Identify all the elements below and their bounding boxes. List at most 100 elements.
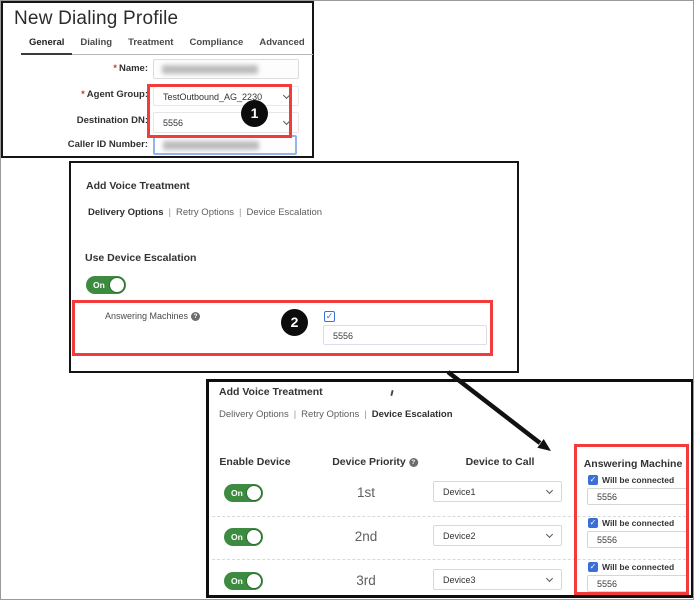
checkmark-icon: ✓	[590, 518, 597, 527]
will-be-connected-checkbox-3[interactable]: ✓	[588, 562, 598, 572]
destination-dn-select[interactable]: 5556	[153, 112, 299, 133]
page-title: New Dialing Profile	[14, 8, 178, 30]
am-number-input-1[interactable]: 5556	[587, 488, 688, 505]
vt-tab-delivery-options[interactable]: Delivery Options	[219, 409, 289, 420]
vt-tab-device-escalation[interactable]: Device Escalation	[372, 409, 453, 420]
tab-separator: |	[239, 207, 241, 218]
am-number-input-2[interactable]: 5556	[587, 531, 688, 548]
device-value-3: Device3	[443, 575, 476, 585]
checkmark-icon: ✓	[590, 562, 597, 571]
device-to-call-select-1[interactable]: Device1	[433, 481, 562, 502]
tab-separator: |	[169, 207, 171, 218]
answering-machines-number-value: 5556	[333, 331, 353, 341]
new-dialing-profile-panel: New Dialing Profile General Dialing Trea…	[1, 1, 314, 158]
priority-3: 3rd	[342, 573, 390, 588]
destination-dn-label: Destination DN:	[3, 115, 148, 126]
enable-device-toggle-3[interactable]: On	[224, 572, 263, 590]
use-device-escalation-toggle[interactable]: On	[86, 276, 126, 294]
chevron-down-icon	[283, 118, 290, 125]
row-separator	[212, 516, 686, 517]
priority-2: 2nd	[342, 529, 390, 544]
enable-device-toggle-1[interactable]: On	[224, 484, 263, 502]
answering-machines-label: Answering Machines?	[105, 311, 200, 321]
tab-dialing[interactable]: Dialing	[72, 33, 120, 54]
tab-separator: |	[364, 409, 366, 420]
callout-badge-1: 1	[241, 100, 268, 127]
voice-treatment-tabs: Delivery Options | Retry Options | Device Es…	[88, 207, 322, 218]
will-be-connected-row-1: ✓ Will be connected	[588, 475, 674, 485]
col-header-device-priority: Device Priority?	[332, 456, 418, 468]
vt-tab-device-escalation[interactable]: Device Escalation	[247, 207, 323, 218]
toggle-knob	[109, 277, 125, 293]
am-number-value-1: 5556	[597, 492, 617, 502]
toggle-on-label: On	[231, 572, 243, 590]
voice-treatment-escalation-panel: Add Voice Treatment Delivery Options | Ret…	[206, 379, 694, 598]
vt-tab-retry-options[interactable]: Retry Options	[301, 409, 359, 420]
will-be-connected-label-2: Will be connected	[602, 518, 674, 528]
panel-title: Add Voice Treatment	[219, 386, 323, 398]
tab-separator: |	[294, 409, 296, 420]
agent-group-value: TestOutbound_AG_2230	[163, 92, 262, 102]
will-be-connected-label-3: Will be connected	[602, 562, 674, 572]
row-separator	[212, 559, 686, 560]
vt-tab-delivery-options[interactable]: Delivery Options	[88, 207, 164, 218]
vt-tab-retry-options[interactable]: Retry Options	[176, 207, 234, 218]
destination-dn-value: 5556	[163, 118, 183, 128]
profile-tabbar: General Dialing Treatment Compliance Adv…	[21, 33, 313, 55]
will-be-connected-checkbox-1[interactable]: ✓	[588, 475, 598, 485]
cursor-artifact	[390, 390, 393, 396]
voice-treatment-tabs: Delivery Options | Retry Options | Device Es…	[219, 409, 453, 420]
toggle-knob	[246, 529, 262, 545]
will-be-connected-row-2: ✓ Will be connected	[588, 518, 674, 528]
answering-machines-checkbox[interactable]: ✓	[324, 311, 335, 322]
chevron-down-icon	[546, 531, 553, 538]
redacted-value	[163, 141, 259, 150]
enable-device-toggle-2[interactable]: On	[224, 528, 263, 546]
name-input[interactable]	[153, 59, 299, 79]
toggle-knob	[246, 485, 262, 501]
checkmark-icon: ✓	[326, 311, 334, 321]
panel-title: Add Voice Treatment	[86, 180, 190, 192]
agent-group-label: *Agent Group:	[3, 89, 148, 100]
help-icon[interactable]: ?	[191, 312, 200, 321]
will-be-connected-label-1: Will be connected	[602, 475, 674, 485]
chevron-down-icon	[546, 575, 553, 582]
toggle-on-label: On	[231, 484, 243, 502]
help-icon[interactable]: ?	[409, 458, 418, 467]
screenshot-root: New Dialing Profile General Dialing Trea…	[0, 0, 694, 600]
will-be-connected-checkbox-2[interactable]: ✓	[588, 518, 598, 528]
caller-id-input[interactable]	[153, 135, 297, 155]
col-header-enable-device: Enable Device	[219, 456, 290, 468]
device-value-2: Device2	[443, 531, 476, 541]
device-to-call-select-3[interactable]: Device3	[433, 569, 562, 590]
toggle-knob	[246, 573, 262, 589]
priority-1: 1st	[342, 485, 390, 500]
tab-advanced[interactable]: Advanced	[251, 33, 312, 54]
checkmark-icon: ✓	[590, 475, 597, 484]
use-device-escalation-label: Use Device Escalation	[85, 252, 196, 264]
redacted-value	[162, 65, 258, 74]
name-label: *Name:	[3, 63, 148, 74]
agent-group-select[interactable]: TestOutbound_AG_2230	[153, 86, 299, 106]
tab-treatment[interactable]: Treatment	[120, 33, 181, 54]
chevron-down-icon	[546, 487, 553, 494]
toggle-on-label: On	[231, 528, 243, 546]
device-to-call-select-2[interactable]: Device2	[433, 525, 562, 546]
col-header-answering-machine: Answering Machine	[584, 458, 683, 470]
chevron-down-icon	[283, 92, 290, 99]
voice-treatment-delivery-panel: Add Voice Treatment Delivery Options | Ret…	[69, 161, 519, 373]
callout-badge-2: 2	[281, 309, 308, 336]
col-header-device-to-call: Device to Call	[466, 456, 535, 468]
am-number-value-3: 5556	[597, 579, 617, 589]
am-number-input-3[interactable]: 5556	[587, 575, 688, 592]
answering-machines-number-input[interactable]: 5556	[323, 325, 487, 345]
caller-id-label: Caller ID Number:	[3, 139, 148, 150]
required-asterisk: *	[113, 63, 117, 74]
required-asterisk: *	[81, 89, 85, 100]
will-be-connected-row-3: ✓ Will be connected	[588, 562, 674, 572]
toggle-on-label: On	[93, 276, 105, 294]
am-number-value-2: 5556	[597, 535, 617, 545]
tab-general[interactable]: General	[21, 33, 72, 55]
tab-compliance[interactable]: Compliance	[181, 33, 251, 54]
device-value-1: Device1	[443, 487, 476, 497]
